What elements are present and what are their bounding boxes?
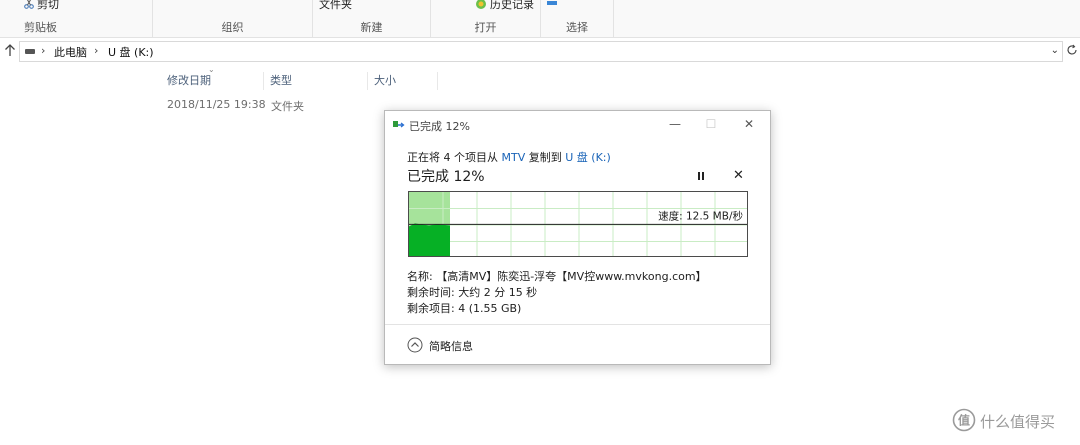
group-label-new: 新建 bbox=[360, 21, 383, 34]
ribbon-group-select: 选择 bbox=[541, 0, 614, 38]
speed-graph: 速度: 12.5 MB/秒 bbox=[408, 191, 748, 257]
group-label-organize: 组织 bbox=[221, 21, 244, 34]
column-header-label: 类型 bbox=[270, 74, 292, 87]
speed-area bbox=[409, 223, 450, 256]
column-header-label: 大小 bbox=[374, 74, 396, 87]
file-name-line: 名称: 【高清MV】陈奕迅-浮夸【MV控www.mvkong.com】 bbox=[407, 270, 707, 283]
group-label-open: 打开 bbox=[474, 21, 497, 34]
column-header-date-modified[interactable]: ⌄ 修改日期 bbox=[161, 65, 264, 90]
select-icon[interactable] bbox=[547, 0, 557, 11]
sort-arrow-icon: ⌄ bbox=[208, 65, 215, 74]
row-type: 文件夹 bbox=[271, 100, 304, 113]
address-bar-row: › 此电脑 › U 盘 (K:) ⌄ bbox=[0, 39, 1080, 63]
row-date: 2018/11/25 19:38 bbox=[167, 98, 266, 111]
history-label: 历史记录 bbox=[490, 0, 534, 11]
column-header-type[interactable]: 类型 bbox=[264, 72, 368, 90]
ribbon-group-open: 历史记录 打开 bbox=[431, 0, 541, 38]
up-arrow-icon[interactable] bbox=[3, 43, 17, 57]
history-icon bbox=[476, 0, 486, 9]
copy-mid: 复制到 bbox=[525, 151, 566, 164]
dialog-footer: 简略信息 bbox=[385, 324, 770, 364]
breadcrumb-usb-drive[interactable]: U 盘 (K:) bbox=[108, 44, 154, 60]
cut-label: 剪切 bbox=[37, 0, 59, 11]
fewer-details-button[interactable]: 简略信息 bbox=[429, 338, 473, 354]
ribbon-group-clipboard: 剪切 剪贴板 bbox=[0, 0, 153, 38]
copy-prefix: 正在将 4 个项目从 bbox=[407, 151, 502, 164]
column-header-label: 修改日期 bbox=[167, 74, 211, 87]
chevron-right-icon[interactable]: › bbox=[41, 44, 45, 57]
drive-icon bbox=[25, 49, 35, 54]
speed-label: 速度: 12.5 MB/秒 bbox=[658, 209, 743, 222]
speed-graph-canvas: 速度: 12.5 MB/秒 bbox=[409, 192, 747, 256]
svg-text:值: 值 bbox=[958, 413, 970, 428]
scissors-icon bbox=[24, 0, 34, 9]
pause-icon[interactable] bbox=[695, 170, 707, 182]
ribbon: 剪切 剪贴板 组织 文件夹 新建 历史记录 打开 选择 bbox=[0, 0, 1080, 38]
destination-link[interactable]: U 盘 (K:) bbox=[565, 151, 611, 164]
new-folder-button[interactable]: 文件夹 bbox=[319, 0, 352, 12]
logo-icon: 值 bbox=[952, 408, 976, 432]
refresh-icon[interactable] bbox=[1066, 44, 1078, 56]
group-label-clipboard: 剪贴板 bbox=[24, 21, 57, 34]
chevron-right-icon[interactable]: › bbox=[94, 44, 98, 57]
chevron-up-icon[interactable] bbox=[407, 337, 423, 353]
source-link[interactable]: MTV bbox=[502, 151, 526, 164]
history-button[interactable]: 历史记录 bbox=[475, 0, 534, 12]
column-header-size[interactable]: 大小 bbox=[368, 72, 438, 90]
time-remaining-line: 剩余时间: 大约 2 分 15 秒 bbox=[407, 286, 538, 299]
cut-button[interactable]: 剪切 bbox=[24, 0, 59, 12]
minimize-button[interactable]: — bbox=[663, 114, 687, 134]
items-remaining-line: 剩余项目: 4 (1.55 GB) bbox=[407, 302, 522, 315]
dialog-title: 已完成 12% bbox=[409, 120, 470, 133]
ribbon-group-organize: 组织 bbox=[153, 0, 313, 38]
close-button[interactable]: ✕ bbox=[737, 114, 761, 134]
cancel-copy-button[interactable]: ✕ bbox=[733, 168, 744, 183]
copy-description: 正在将 4 个项目从 MTV 复制到 U 盘 (K:) bbox=[407, 149, 611, 165]
copy-progress-dialog: 已完成 12% — ☐ ✕ 正在将 4 个项目从 MTV 复制到 U 盘 (K:… bbox=[384, 110, 771, 365]
chevron-down-icon[interactable]: ⌄ bbox=[1051, 45, 1059, 56]
breadcrumb-this-pc[interactable]: 此电脑 bbox=[54, 44, 87, 60]
watermark-text: 什么值得买 bbox=[980, 413, 1056, 431]
progress-status: 已完成 12% bbox=[407, 169, 485, 185]
group-label-select: 选择 bbox=[566, 21, 588, 34]
address-box[interactable]: › 此电脑 › U 盘 (K:) ⌄ bbox=[19, 41, 1063, 62]
maximize-button[interactable]: ☐ bbox=[699, 114, 723, 134]
copy-icon bbox=[393, 121, 405, 128]
watermark: 值 什么值得买 bbox=[952, 408, 1076, 436]
ribbon-group-new: 文件夹 新建 bbox=[313, 0, 431, 38]
